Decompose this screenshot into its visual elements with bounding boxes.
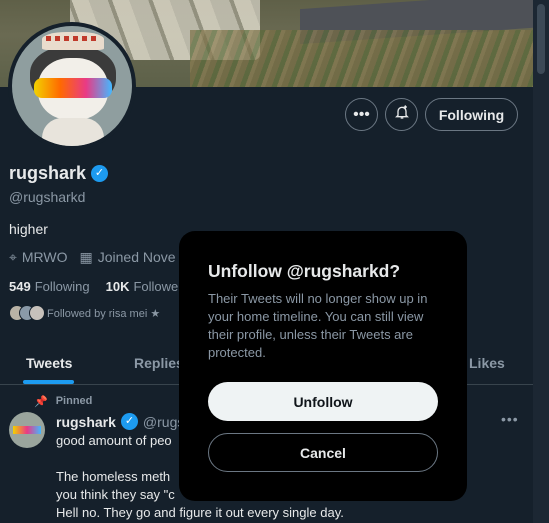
unfollow-dialog: Unfollow @rugsharkd? Their Tweets will n… <box>179 231 467 501</box>
cancel-button[interactable]: Cancel <box>208 433 438 472</box>
unfollow-confirm-button[interactable]: Unfollow <box>208 382 438 421</box>
dialog-title: Unfollow @rugsharkd? <box>208 261 401 281</box>
dialog-body: Their Tweets will no longer show up in y… <box>208 291 428 360</box>
